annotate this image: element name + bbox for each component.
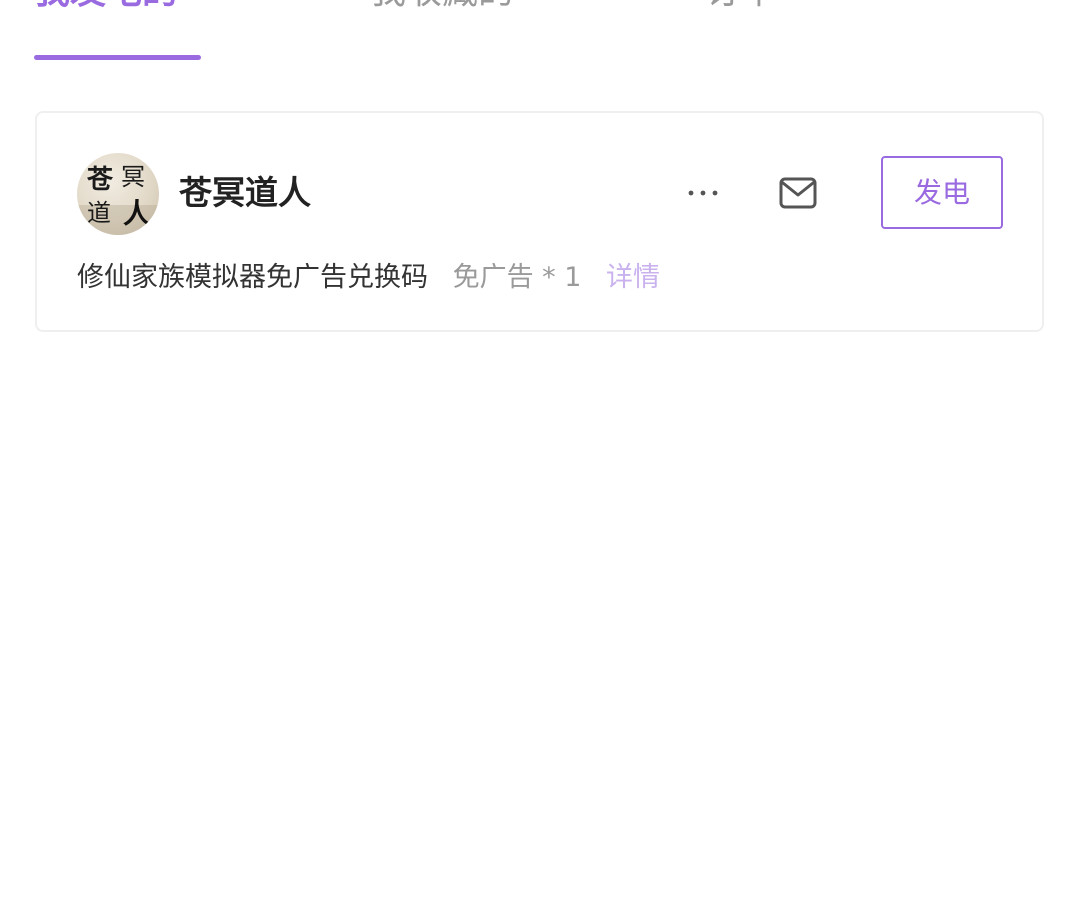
more-horizontal-icon[interactable] [685, 181, 725, 205]
svg-text:人: 人 [123, 197, 151, 230]
item-title: 修仙家族模拟器免广告兑换码 [77, 262, 428, 293]
svg-text:冥: 冥 [121, 163, 145, 191]
tab-my-charges[interactable]: 我发电的 [34, 0, 178, 14]
active-tab-indicator [34, 55, 201, 60]
svg-text:道: 道 [87, 199, 111, 227]
username[interactable]: 苍冥道人 [179, 173, 311, 213]
item-quantity: 免广告 * 1 [452, 262, 582, 293]
tab-bar: 我发电的 我收藏的 订单 [0, 0, 1080, 60]
avatar-calligraphy-image: 苍 冥 道 人 [77, 163, 159, 235]
avatar[interactable]: 苍 冥 道 人 [77, 153, 159, 235]
item-row: 修仙家族模拟器免广告兑换码 免广告 * 1 详情 [77, 258, 660, 298]
item-detail-link[interactable]: 详情 [606, 262, 660, 293]
mail-icon[interactable] [779, 177, 817, 209]
page: 我发电的 我收藏的 订单 苍 冥 道 人 苍冥道人 [0, 0, 1080, 915]
svg-text:苍: 苍 [86, 165, 114, 195]
charge-card: 苍 冥 道 人 苍冥道人 发电 修仙家族模拟器免广告兑换码 免广告 * 1 详情 [35, 111, 1044, 332]
tab-orders[interactable]: 订单 [705, 0, 777, 14]
tab-my-favorites[interactable]: 我收藏的 [370, 0, 514, 14]
charge-button[interactable]: 发电 [881, 156, 1003, 229]
